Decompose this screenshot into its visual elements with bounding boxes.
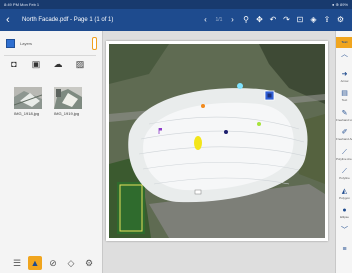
divider <box>4 55 96 56</box>
move-icon[interactable]: ✥ <box>254 14 265 26</box>
tool-palette-header[interactable]: Text <box>336 37 352 48</box>
ellipse-icon: ● <box>342 207 347 214</box>
tool-freehand-line[interactable]: ✎Freehand Line <box>336 110 352 124</box>
freehand-area-icon: ✐ <box>341 129 348 136</box>
attachment-icon[interactable]: ⊘ <box>46 256 60 270</box>
collapse-down-icon: ﹀ <box>341 226 348 234</box>
aerial-photo[interactable] <box>109 44 325 238</box>
document-title: North Facade.pdf - Page 1 (1 of 1) <box>22 17 114 23</box>
marker-lime[interactable] <box>257 122 261 126</box>
left-panel-tabs: ☰ ▲ ⊘ ◇ ⚙ <box>0 254 102 273</box>
menu-icon: ≡ <box>342 246 347 253</box>
settings-icon[interactable]: ⚙ <box>82 256 96 270</box>
tool-label: Freehand Line <box>336 117 352 122</box>
tool-polyline-line[interactable]: ⟋ Polyline <box>336 168 352 182</box>
layer-row[interactable]: Layers <box>6 39 96 49</box>
layer-color-swatch <box>6 39 15 48</box>
previous-page-icon[interactable]: ‹ <box>200 14 211 26</box>
marker-cyan[interactable] <box>237 83 243 89</box>
status-time: 8:49 PM Mon Feb 1 <box>4 2 40 7</box>
panel-collapse-handle[interactable] <box>92 37 97 50</box>
photo-filter-bar: ◘ ▣ ☁ ▨ <box>8 58 98 70</box>
tool-collapse-down[interactable]: ﹀ <box>336 227 352 241</box>
tool-polygon[interactable]: ◭ Polygon <box>336 188 352 202</box>
film-icon[interactable]: ▣ <box>30 58 42 70</box>
marker-blue-square[interactable] <box>264 90 275 101</box>
tool-freehand-area[interactable]: ✐Freehand Area <box>336 129 352 143</box>
polyline-line-icon: ⟋ <box>342 168 347 175</box>
top-toolbar: ‹ North Facade.pdf - Page 1 (1 of 1) ‹ 1/… <box>0 9 352 31</box>
tool-label: Ellipse <box>340 215 349 219</box>
photo-filename: IMG_1918.jpg <box>14 111 40 116</box>
layers-icon[interactable]: ◈ <box>308 14 319 26</box>
chevron-left-icon[interactable]: ‹ <box>6 13 10 27</box>
save-icon[interactable]: ⊡ <box>295 14 306 26</box>
polyline-icon: ⟋ <box>342 148 347 156</box>
marker-orange[interactable] <box>201 104 205 108</box>
undo-icon[interactable]: ↶ <box>268 14 279 26</box>
gallery-icon[interactable]: ▨ <box>74 58 86 70</box>
collapse-up-icon: ︿ <box>341 51 348 58</box>
photos-icon[interactable]: ▲ <box>28 256 42 270</box>
marker-navy[interactable] <box>224 130 228 134</box>
tool-menu[interactable]: ≡ <box>336 246 352 260</box>
arrow-tool-icon: ➜ <box>341 70 348 78</box>
more-icon[interactable]: ⚙ <box>335 14 346 26</box>
tool-text-tool[interactable]: ▤ Text <box>336 90 352 104</box>
marker-yellow[interactable] <box>194 136 202 150</box>
tool-label: Arrow <box>340 78 349 83</box>
search-icon[interactable]: ⚲ <box>241 14 252 26</box>
left-panel: Layers ◘ ▣ ☁ ▨ IMG_1918.jpg IMG_1919.jpg… <box>0 31 103 273</box>
right-tool-palette: Text ︿➜Arrow▤Text✎Freehand Line✐Freehand… <box>335 31 352 273</box>
text-tool-icon: ▤ <box>341 90 348 97</box>
tool-label: Polygon <box>339 195 350 200</box>
polygon-icon: ◭ <box>341 187 348 195</box>
share-icon[interactable]: ⇪ <box>322 14 333 26</box>
toolbar-actions: ‹ 1/1 › ⚲ ✥ ↶ ↷ ⊡ ◈ ⇪ ⚙ <box>200 14 350 26</box>
layer-label: Layers <box>20 41 33 46</box>
tool-polyline[interactable]: ⟋ Polyline Area <box>336 149 352 163</box>
redo-icon[interactable]: ↷ <box>281 14 292 26</box>
list-icon[interactable]: ☰ <box>10 256 24 270</box>
tool-ellipse[interactable]: ● Ellipse <box>336 207 352 221</box>
status-indicators: ● ⊕ 89% <box>332 2 348 7</box>
status-bar: 8:49 PM Mon Feb 1 ● ⊕ 89% <box>0 0 352 9</box>
photo-thumbnail[interactable] <box>14 87 42 109</box>
document-canvas[interactable] <box>103 31 335 273</box>
photo-filename: IMG_1919.jpg <box>54 111 80 116</box>
tool-label: Text <box>341 98 348 102</box>
page-frame <box>106 41 328 241</box>
cloud-icon[interactable]: ☁ <box>52 58 64 70</box>
tool-label: Polyline <box>339 176 350 180</box>
freehand-line-icon: ✎ <box>341 109 348 117</box>
tool-arrow-tool[interactable]: ➜ Arrow <box>336 71 352 85</box>
page-indicator[interactable]: 1/1 <box>214 14 225 26</box>
camera-icon[interactable]: ◘ <box>8 58 20 70</box>
photo-thumbnail[interactable] <box>54 87 82 109</box>
tag-icon[interactable]: ◇ <box>64 256 78 270</box>
tool-label: Polyline Area <box>336 156 352 161</box>
tool-collapse-up[interactable]: ︿ <box>336 51 352 65</box>
next-page-icon[interactable]: › <box>227 14 238 26</box>
tool-label: Freehand Area <box>336 137 352 141</box>
